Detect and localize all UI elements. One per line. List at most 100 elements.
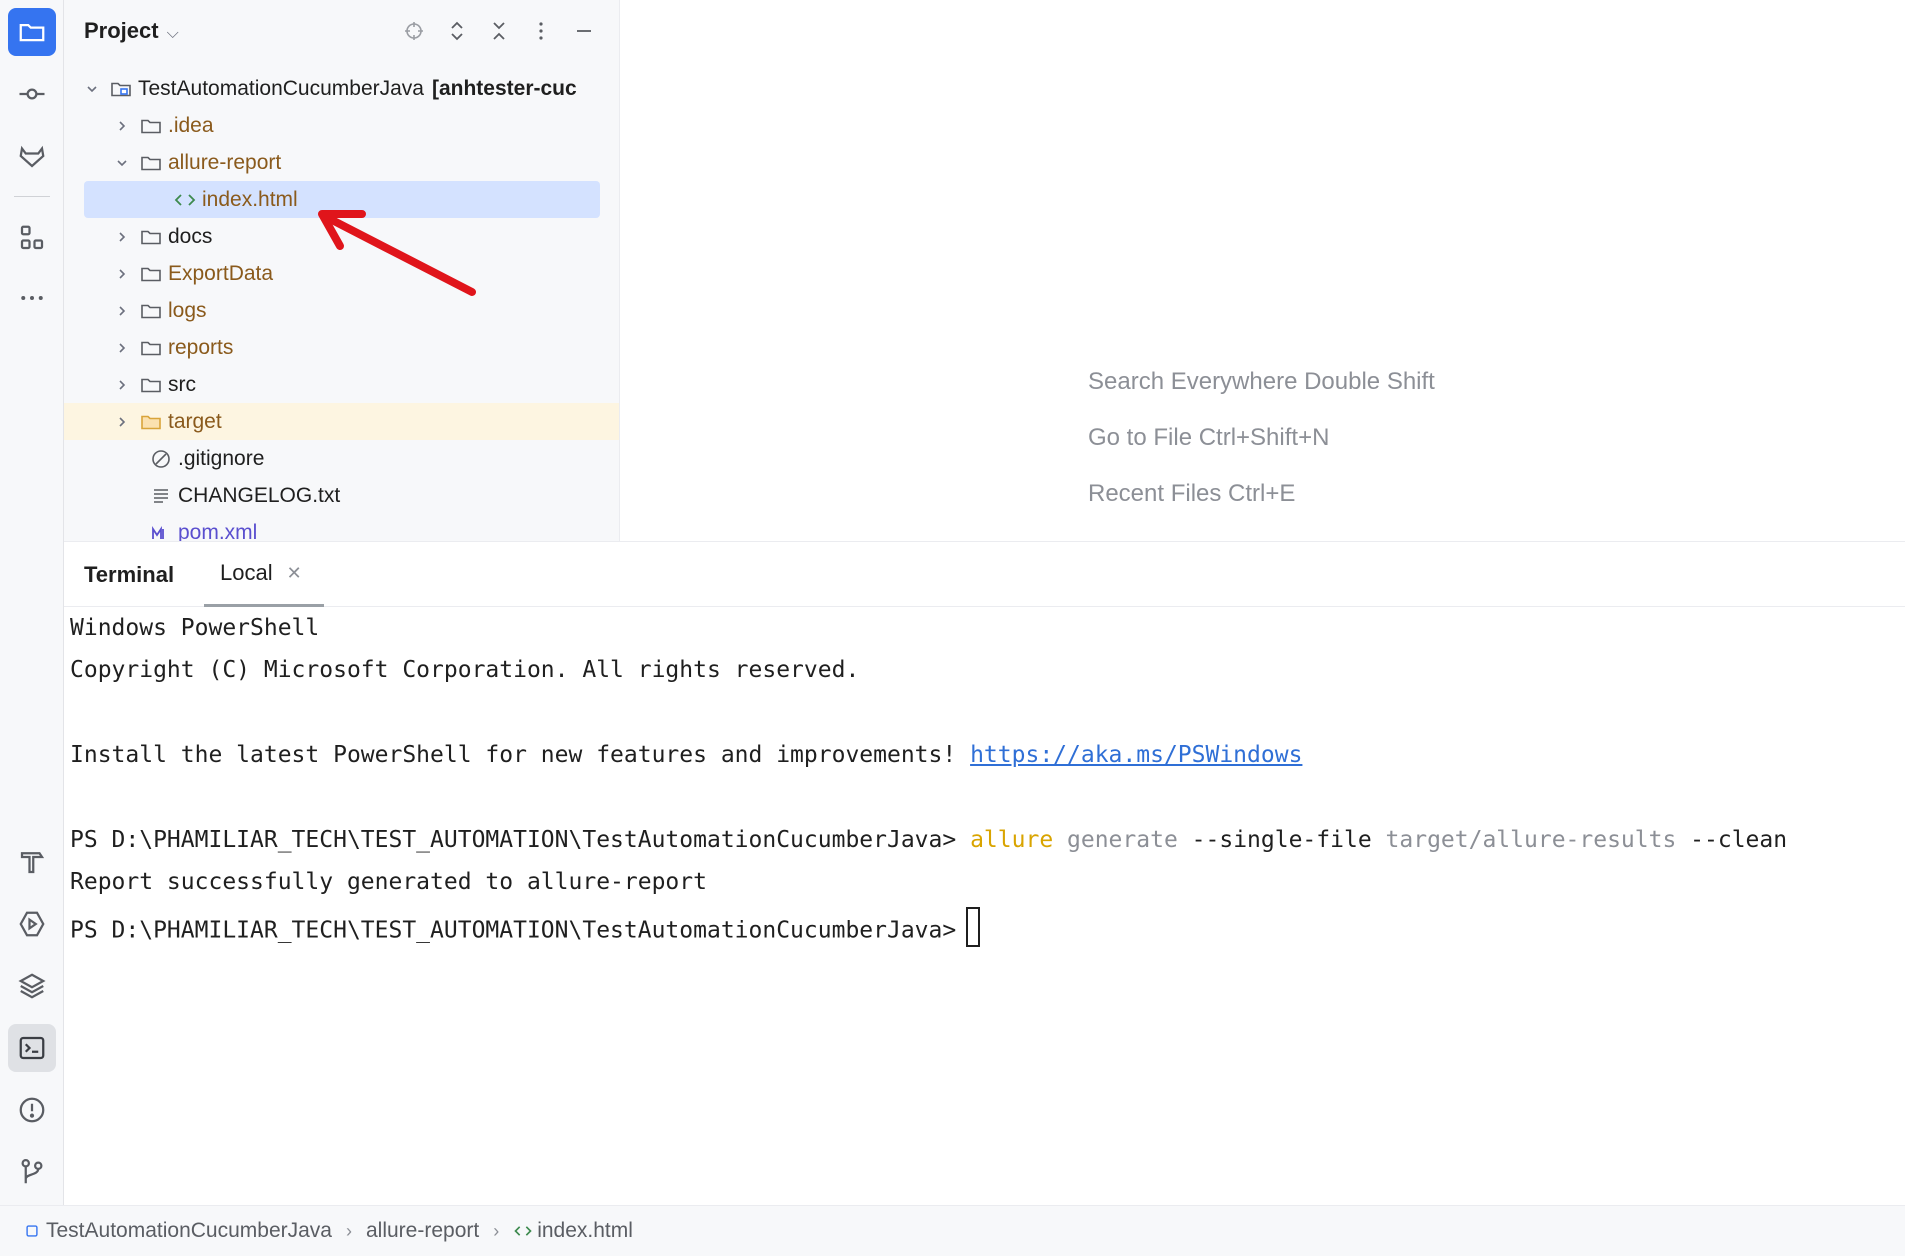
tree-item-pom-xml[interactable]: pom.xml xyxy=(64,514,619,542)
git-tool-button[interactable] xyxy=(8,1148,56,1196)
tree-item-label: allure-report xyxy=(168,150,282,174)
tree-item-root[interactable]: TestAutomationCucumberJava [anhtester-cu… xyxy=(64,70,619,107)
chevron-right-icon[interactable] xyxy=(112,264,132,284)
gitlab-tool-button[interactable] xyxy=(8,132,56,180)
collapse-all-button[interactable] xyxy=(484,16,514,46)
chevron-down-icon[interactable] xyxy=(82,79,102,99)
chevron-down-icon: ⌵ xyxy=(166,25,179,42)
minimize-icon xyxy=(577,30,591,32)
maven-file-icon xyxy=(148,520,174,542)
terminal-output[interactable]: Windows PowerShell Copyright (C) Microso… xyxy=(64,607,1905,1205)
chevron-right-icon[interactable] xyxy=(112,338,132,358)
tree-item-label: TestAutomationCucumberJava xyxy=(138,76,424,100)
chevron-right-icon[interactable] xyxy=(112,412,132,432)
chevron-right-icon[interactable] xyxy=(112,227,132,247)
tree-item-label: docs xyxy=(168,224,213,248)
locate-file-button[interactable] xyxy=(399,16,429,46)
project-tool-button[interactable] xyxy=(8,8,56,56)
structure-icon xyxy=(20,225,44,250)
command-name: allure xyxy=(970,827,1054,853)
terminal-line: Report successfully generated to allure-… xyxy=(70,869,707,895)
hint-search-everywhere: Search Everywhere Double Shift xyxy=(1088,368,1435,395)
tree-item-label: pom.xml xyxy=(178,520,258,542)
tab-local[interactable]: Local ✕ xyxy=(204,542,324,608)
tree-item-gitignore[interactable]: .gitignore xyxy=(64,440,619,477)
tree-item-docs[interactable]: docs xyxy=(64,218,619,255)
structure-tool-button[interactable] xyxy=(8,214,56,262)
ignore-file-icon xyxy=(148,446,174,472)
excluded-folder-icon xyxy=(138,409,164,435)
project-panel-header: Project ⌵ xyxy=(64,0,619,62)
collapse-icon xyxy=(493,22,505,40)
command-arg: target/allure-results xyxy=(1385,827,1691,853)
chevron-right-icon[interactable] xyxy=(112,116,132,136)
folder-icon xyxy=(138,261,164,287)
breadcrumb-label: index.html xyxy=(537,1219,633,1242)
breadcrumb-project[interactable]: TestAutomationCucumberJava xyxy=(22,1219,332,1243)
terminal-tool-button[interactable] xyxy=(8,1024,56,1072)
html-file-icon xyxy=(513,1221,533,1241)
breadcrumb-separator: › xyxy=(493,1220,500,1241)
terminal-icon xyxy=(19,1036,45,1060)
terminal-title: Terminal xyxy=(84,562,175,587)
terminal-cursor[interactable] xyxy=(966,907,981,947)
breadcrumb-separator: › xyxy=(345,1220,352,1241)
tree-item-src[interactable]: src xyxy=(64,366,619,403)
tree-item-logs[interactable]: logs xyxy=(64,292,619,329)
command-flag: --single-file xyxy=(1191,827,1386,853)
folder-icon xyxy=(138,372,164,398)
tree-item-exportdata[interactable]: ExportData xyxy=(64,255,619,292)
strip-divider xyxy=(14,196,50,197)
more-tools-button[interactable] xyxy=(8,274,56,322)
more-horizontal-icon xyxy=(21,296,43,300)
hint-go-to-file: Go to File Ctrl+Shift+N xyxy=(1088,424,1330,451)
breadcrumb-folder[interactable]: allure-report xyxy=(366,1219,479,1243)
breadcrumb-file[interactable]: index.html xyxy=(513,1219,633,1243)
close-icon[interactable]: ✕ xyxy=(287,563,302,584)
text-file-icon xyxy=(148,483,174,509)
tree-item-reports[interactable]: reports xyxy=(64,329,619,366)
gitlab-icon xyxy=(19,145,45,168)
tree-item-idea[interactable]: .idea xyxy=(64,107,619,144)
services-tool-button[interactable] xyxy=(8,900,56,948)
chevron-right-icon[interactable] xyxy=(112,301,132,321)
layers-icon xyxy=(18,973,46,999)
breadcrumb-label: TestAutomationCucumberJava xyxy=(46,1219,332,1242)
terminal-line: Install the latest PowerShell for new fe… xyxy=(70,742,1302,768)
folder-icon xyxy=(138,224,164,250)
expand-all-button[interactable] xyxy=(442,16,472,46)
more-vertical-icon xyxy=(539,22,543,40)
tree-item-label: reports xyxy=(168,335,234,359)
tree-item-allure-report[interactable]: allure-report xyxy=(64,144,619,181)
powershell-link[interactable]: https://aka.ms/PSWindows xyxy=(970,742,1302,768)
tree-item-label: .idea xyxy=(168,113,214,137)
chevron-down-icon[interactable] xyxy=(112,153,132,173)
project-view-selector[interactable]: Project ⌵ xyxy=(84,18,179,44)
git-branch-icon xyxy=(21,1159,43,1184)
editor-empty-area: Search Everywhere Double Shift Go to Fil… xyxy=(620,0,1905,541)
chevron-right-icon[interactable] xyxy=(112,375,132,395)
build-tool-button[interactable] xyxy=(8,838,56,886)
terminal-prompt-line: PS D:\PHAMILIAR_TECH\TEST_AUTOMATION\Tes… xyxy=(70,907,981,951)
tree-item-label: logs xyxy=(168,298,207,322)
warning-circle-icon xyxy=(19,1097,45,1123)
tree-item-target[interactable]: target xyxy=(64,403,619,440)
options-button[interactable] xyxy=(526,16,556,46)
command-flag: --clean xyxy=(1690,827,1788,853)
module-icon xyxy=(22,1221,42,1241)
hide-panel-button[interactable] xyxy=(569,16,599,46)
tree-item-changelog[interactable]: CHANGELOG.txt xyxy=(64,477,619,514)
hammer-icon xyxy=(20,852,45,874)
terminal-line: Copyright (C) Microsoft Corporation. All… xyxy=(70,657,860,683)
terminal-prompt: PS D:\PHAMILIAR_TECH\TEST_AUTOMATION\Tes… xyxy=(70,827,971,853)
commit-tool-button[interactable] xyxy=(8,70,56,118)
project-panel-title: Project xyxy=(84,18,159,43)
crosshair-icon xyxy=(405,22,423,40)
status-bar-breadcrumb: TestAutomationCucumberJava › allure-repo… xyxy=(0,1205,1905,1256)
tree-item-index-html[interactable]: index.html xyxy=(84,181,600,218)
layers-tool-button[interactable] xyxy=(8,962,56,1010)
tree-item-label: CHANGELOG.txt xyxy=(178,483,341,507)
hint-recent-files: Recent Files Ctrl+E xyxy=(1088,480,1296,507)
tab-label: Local xyxy=(220,560,273,585)
problems-tool-button[interactable] xyxy=(8,1086,56,1134)
